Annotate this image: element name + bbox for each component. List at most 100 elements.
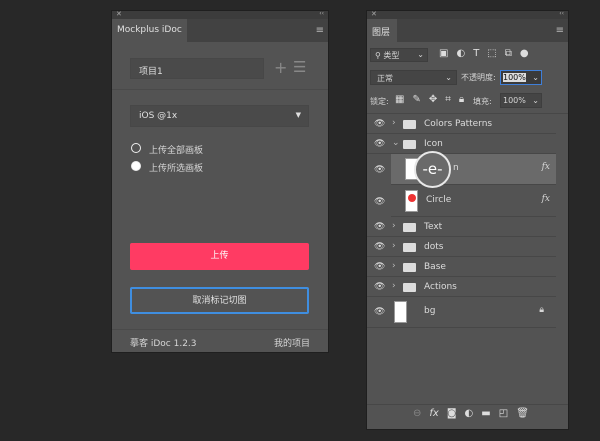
magnifier-overlay: -e-: [414, 151, 451, 188]
chevron-right-icon[interactable]: ›: [392, 261, 396, 271]
bottom-toolbar: ⊖ fx ◙ ◐ ▬ ◰ 🗑︎: [367, 404, 568, 424]
folder-icon: [403, 283, 416, 292]
close-icon[interactable]: ✕: [371, 10, 377, 18]
blend-mode-value: 正常: [377, 74, 393, 83]
layer-group-text[interactable]: 👁︎ › Text: [367, 217, 556, 237]
plus-icon[interactable]: +: [274, 58, 287, 77]
eye-icon[interactable]: 👁︎: [374, 197, 385, 207]
chevron-down-icon[interactable]: ⌄: [392, 138, 400, 148]
layer-bg[interactable]: 👁︎ bg 🔒︎: [367, 297, 556, 328]
tab-row: Mockplus iDoc ≡: [112, 19, 328, 42]
version-label: 摹客 iDoc 1.2.3: [130, 339, 197, 349]
link-layers-icon[interactable]: ⊖: [413, 408, 421, 419]
adjustment-filter-icon[interactable]: ◐: [456, 48, 465, 59]
opacity-input[interactable]: 100% ⌄: [500, 70, 542, 85]
tab-mockplus-idoc[interactable]: Mockplus iDoc: [112, 19, 187, 42]
layer-name: n: [453, 163, 459, 173]
trash-icon[interactable]: 🗑︎: [516, 408, 529, 419]
opacity-value: 100%: [503, 73, 526, 82]
layer-name: dots: [424, 242, 444, 252]
layer-group-dots[interactable]: 👁︎ › dots: [367, 237, 556, 257]
layer-group-base[interactable]: 👁︎ › Base: [367, 257, 556, 277]
layer-name: Colors Patterns: [424, 119, 493, 129]
radio-upload-selected[interactable]: [131, 161, 141, 171]
mask-icon[interactable]: ◙: [447, 408, 457, 419]
magnifier-text: -e-: [422, 160, 443, 178]
folder-icon: [403, 120, 416, 129]
layers-panel: ✕ ‹‹ 图层 ≡ ⚲ 类型 ⌄ ▣ ◐ T ⬚ ⧉ ● 正常 ⌄ 不透明度: 100% ⌄ 锁定…: [366, 10, 569, 430]
lock-all-icon[interactable]: 🔒︎: [459, 94, 464, 105]
layer-name: Icon: [424, 139, 443, 149]
fill-value: 100%: [503, 96, 526, 105]
shape-filter-icon[interactable]: ⬚: [487, 48, 496, 59]
layer-name: bg: [424, 306, 436, 316]
eye-icon[interactable]: 👁︎: [374, 119, 385, 129]
blend-mode-select[interactable]: 正常 ⌄: [370, 70, 457, 85]
layer-name: Actions: [424, 282, 457, 292]
chevron-right-icon[interactable]: ›: [392, 221, 396, 231]
tab-layers[interactable]: 图层: [367, 19, 397, 42]
folder-icon: [403, 223, 416, 232]
radio-upload-all[interactable]: [131, 143, 141, 153]
adjustment-layer-icon[interactable]: ◐: [465, 408, 474, 419]
eye-icon[interactable]: 👁︎: [374, 139, 385, 149]
layer-group-colors-patterns[interactable]: 👁︎ › Colors Patterns: [367, 114, 556, 134]
fx-icon[interactable]: fx: [542, 162, 550, 172]
chevron-down-icon: ▼: [295, 111, 301, 119]
lock-icons: ▦ ✎ ✥ ⌗ 🔒︎: [395, 94, 472, 105]
layer-circle[interactable]: Circle fx: [391, 186, 556, 217]
fill-label: 填充:: [473, 97, 492, 106]
layer-thumbnail: [405, 190, 418, 212]
chevron-down-icon: ⌄: [532, 96, 539, 105]
search-icon: ⚲: [375, 51, 381, 60]
layer-name: Text: [424, 222, 443, 232]
fx-icon[interactable]: fx: [542, 194, 550, 204]
opacity-label: 不透明度:: [461, 73, 496, 82]
eye-icon[interactable]: 👁︎: [374, 307, 385, 317]
eye-icon[interactable]: 👁︎: [374, 242, 385, 252]
layer-group-icon[interactable]: 👁︎ ⌄ Icon: [367, 134, 556, 154]
filter-toggle-icon[interactable]: ●: [520, 48, 529, 59]
folder-open-icon: [403, 140, 416, 149]
chevron-right-icon[interactable]: ›: [392, 241, 396, 251]
type-filter-icon[interactable]: T: [473, 48, 479, 59]
radio-upload-selected-label: 上传所选画板: [149, 164, 204, 174]
new-layer-icon[interactable]: ◰: [499, 408, 508, 419]
new-group-icon[interactable]: ▬: [481, 408, 490, 419]
lock-position-icon[interactable]: ✥: [429, 94, 437, 105]
chevron-down-icon: ⌄: [417, 50, 424, 59]
image-filter-icon[interactable]: ▣: [439, 48, 448, 59]
filter-select[interactable]: ⚲ 类型 ⌄: [370, 48, 428, 62]
cancel-mark-button[interactable]: 取消标记切图: [130, 287, 309, 314]
list-icon[interactable]: ☰: [293, 58, 306, 76]
chevron-right-icon[interactable]: ›: [392, 118, 396, 128]
lock-artboard-icon[interactable]: ⌗: [445, 94, 451, 105]
smart-object-filter-icon[interactable]: ⧉: [505, 48, 512, 59]
chevron-down-icon[interactable]: ⌄: [532, 73, 539, 82]
fill-input[interactable]: 100% ⌄: [500, 93, 542, 108]
lock-transparent-icon[interactable]: ▦: [395, 94, 404, 105]
collapse-icon[interactable]: ‹‹: [559, 10, 564, 17]
tab-row: 图层 ≡: [367, 19, 568, 42]
my-projects-link[interactable]: 我的项目: [274, 336, 310, 349]
red-dot: [408, 194, 416, 202]
eye-icon[interactable]: 👁︎: [374, 262, 385, 272]
radio-upload-all-label: 上传全部画板: [149, 146, 204, 156]
upload-button[interactable]: 上传: [130, 243, 309, 270]
eye-icon[interactable]: 👁︎: [374, 222, 385, 232]
close-icon[interactable]: ✕: [116, 10, 122, 18]
eye-icon[interactable]: 👁︎: [374, 282, 385, 292]
fx-icon[interactable]: fx: [429, 408, 438, 419]
chevron-right-icon[interactable]: ›: [392, 281, 396, 291]
layer-list: 👁︎ › Colors Patterns 👁︎ ⌄ Icon n fx 👁︎ Circle…: [367, 113, 568, 403]
eye-icon[interactable]: 👁︎: [374, 165, 385, 175]
panel-menu-icon[interactable]: ≡: [556, 25, 564, 36]
collapse-icon[interactable]: ‹‹: [319, 10, 324, 17]
lock-brush-icon[interactable]: ✎: [412, 94, 420, 105]
layer-group-actions[interactable]: 👁︎ › Actions: [367, 277, 556, 297]
platform-select[interactable]: iOS @1x ▼: [130, 105, 309, 127]
title-bar: ✕ ‹‹: [367, 10, 568, 19]
project-field[interactable]: 项目1: [130, 58, 264, 79]
lock-icon: 🔒︎: [539, 305, 544, 315]
panel-menu-icon[interactable]: ≡: [316, 25, 324, 36]
